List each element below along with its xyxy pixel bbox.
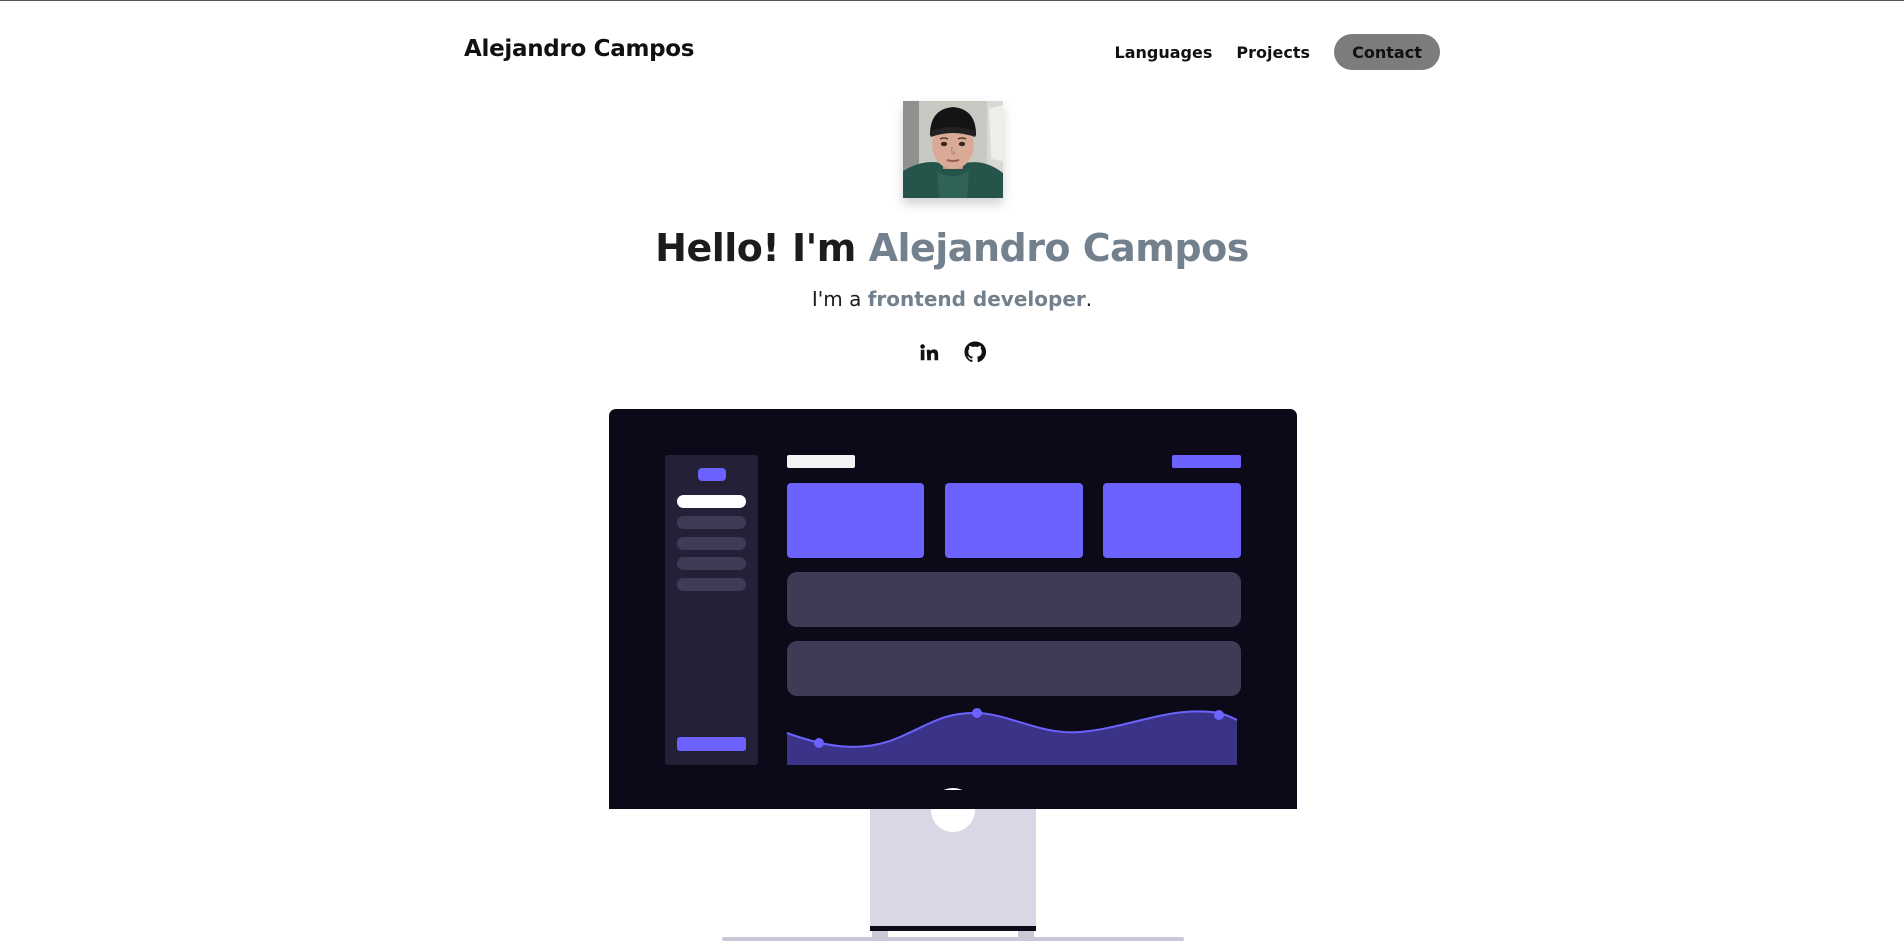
- illustration-cards: [787, 483, 1241, 558]
- dashboard-illustration: [609, 409, 1297, 941]
- illustration-sidebar: [665, 455, 758, 765]
